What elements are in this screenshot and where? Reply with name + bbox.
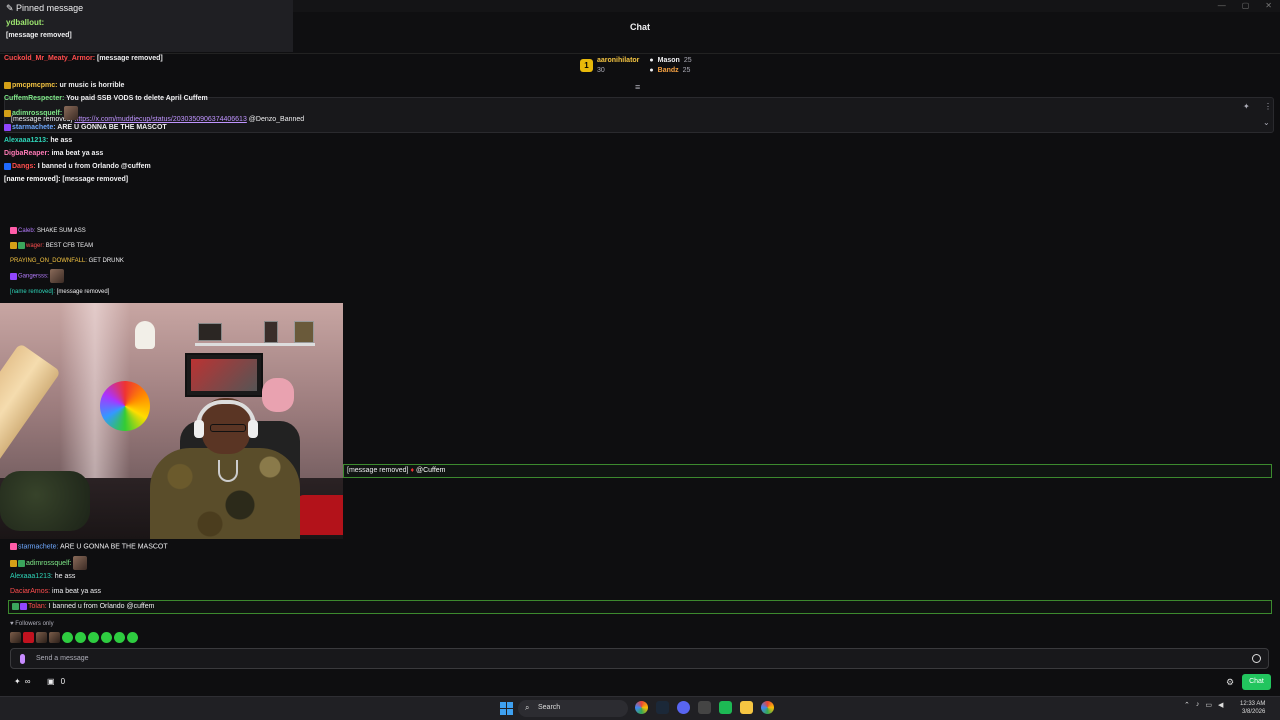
- message-placeholder: Send a message: [36, 655, 89, 662]
- emote-7[interactable]: [88, 632, 99, 643]
- leaderboard-first-count: 30: [597, 67, 605, 74]
- small-chat-line: Caleb: SHAKE SUM ASS: [10, 224, 124, 239]
- overlay-pin-user: ydballout:: [6, 18, 45, 27]
- taskbar-clock[interactable]: 12:33 AM 3/8/2026: [1240, 700, 1265, 716]
- chat-bottom-bar: ✦ ∞ ▣ 0 ⚙ Chat: [0, 674, 1280, 692]
- search-icon: ⌕: [525, 703, 530, 712]
- chat-message[interactable]: starmachete: ARE U GONNA BE THE MASCOT: [10, 543, 168, 550]
- leaderboard-first[interactable]: 1 aaronihilator 30: [580, 57, 639, 74]
- chat-message[interactable]: Alexaaa1213: he ass: [10, 573, 75, 580]
- highlighted-message[interactable]: [message removed] ♦ @Cuffem: [343, 464, 1272, 478]
- highlighted-chat-message[interactable]: Tolan: I banned u from Orlando @cuffem: [8, 600, 1272, 614]
- emote-1[interactable]: [10, 632, 21, 643]
- rank-one-badge: 1: [580, 59, 593, 72]
- emote-6[interactable]: [75, 632, 86, 643]
- small-chat-line: PRAYING_ON_DOWNFALL: GET DRUNK: [10, 258, 124, 264]
- emote-image: [73, 556, 88, 570]
- channel-points[interactable]: ✦ ∞: [14, 677, 30, 686]
- collapse-icon[interactable]: ≡: [635, 82, 640, 92]
- maximize-button[interactable]: ▢: [1242, 1, 1250, 10]
- overlay-pin-text: [message removed]: [6, 32, 72, 39]
- app-icon[interactable]: [698, 701, 711, 714]
- emote-9[interactable]: [114, 632, 125, 643]
- highlighted-text: [message removed]: [347, 467, 409, 474]
- overlay-pinned-message: ✎ Pinned message ydballout: [message rem…: [0, 0, 293, 52]
- window-controls: — ▢ ✕: [1218, 1, 1272, 10]
- overlay-chat-line: Cuckold_Mr_Meaty_Armor: [message removed…: [4, 55, 163, 62]
- followers-only-notice: ♥ Followers only: [10, 621, 54, 627]
- chat-send-button[interactable]: Chat: [1242, 674, 1271, 690]
- app-icon[interactable]: [719, 701, 732, 714]
- message-input[interactable]: Send a message: [10, 648, 1269, 669]
- heart-icon: ♦: [410, 467, 415, 474]
- overlay-pinned-title: ✎ Pinned message: [6, 3, 84, 13]
- overlay-chat: Cuckold_Mr_Meaty_Armor: [message removed…: [0, 52, 293, 186]
- chevron-up-icon[interactable]: ⌃: [1184, 701, 1190, 709]
- network-icon[interactable]: ▭: [1205, 701, 1212, 709]
- emote-10[interactable]: [127, 632, 138, 643]
- discord-icon[interactable]: [677, 701, 690, 714]
- taskbar-search[interactable]: ⌕ Search: [518, 700, 628, 717]
- gift-leaderboard: 1 aaronihilator 30 ● Mason 25 ● Bandz 25: [580, 57, 692, 74]
- small-overlay-chat: Caleb: SHAKE SUM ASS wager: BEST CFB TEA…: [10, 224, 124, 300]
- small-chat-line: Gangersss:: [10, 269, 124, 285]
- gift-icon: ●: [649, 67, 654, 74]
- ticket-count[interactable]: ▣ 0: [47, 677, 65, 686]
- chevron-down-icon[interactable]: ⌄: [1263, 118, 1270, 127]
- emote-8[interactable]: [101, 632, 112, 643]
- overlay-chat-line: DigbaReaper: ima beat ya ass: [4, 150, 104, 157]
- emote-image: [50, 269, 65, 283]
- emoji-icon[interactable]: [1252, 654, 1261, 663]
- highlighted-mention[interactable]: @Cuffem: [416, 467, 446, 474]
- overlay-chat-line: starmachete: ARE U GONNA BE THE MASCOT: [0, 121, 293, 134]
- points-icon: ✦: [14, 677, 21, 686]
- clock-time: 12:33 AM: [1240, 701, 1266, 707]
- windows-start-icon[interactable]: [500, 702, 513, 715]
- overlay-chat-line: Dangs: I banned u from Orlando @cuffem: [0, 160, 293, 173]
- system-tray: ⌃ ♪ ▭ ◀: [1184, 701, 1223, 709]
- chat-message[interactable]: adimrossquelf:: [10, 556, 88, 570]
- clock-date: 3/8/2026: [1242, 709, 1266, 715]
- chrome-icon[interactable]: [635, 701, 648, 714]
- ticket-icon: ▣: [47, 677, 55, 686]
- chrome-icon[interactable]: [761, 701, 774, 714]
- minimize-button[interactable]: —: [1218, 1, 1226, 10]
- emote-2[interactable]: [23, 632, 34, 643]
- leaderboard-second-count: 25: [683, 57, 692, 64]
- pin-icon[interactable]: ✦: [1243, 102, 1250, 111]
- leaderboard-third-name: Bandz: [657, 67, 679, 74]
- microphone-icon[interactable]: ♪: [1196, 701, 1200, 709]
- overlay-chat-line: Alexaaa1213: he ass: [4, 137, 73, 144]
- overlay-chat-line: pmcpmcpmc: ur music is horrible: [0, 79, 293, 92]
- leaderboard-third[interactable]: ● Bandz 25: [649, 67, 691, 74]
- file-explorer-icon[interactable]: [740, 701, 753, 714]
- emote-3[interactable]: [36, 632, 47, 643]
- overlay-chat-line: [name removed]: [message removed]: [4, 176, 129, 183]
- gift-icon: ●: [649, 57, 654, 64]
- volume-icon[interactable]: ◀: [1218, 701, 1223, 709]
- overlay-chat-line: CuffemRespecter: You paid SSB VODS to de…: [4, 95, 208, 102]
- close-button[interactable]: ✕: [1265, 1, 1272, 10]
- microphone-icon[interactable]: [20, 654, 25, 664]
- emote-4[interactable]: [49, 632, 60, 643]
- small-chat-line: wager: BEST CFB TEAM: [10, 239, 124, 254]
- more-options-icon[interactable]: ⋮: [1264, 102, 1272, 111]
- steam-icon[interactable]: [656, 701, 669, 714]
- windows-taskbar: ⌕ Search ⌃ ♪ ▭ ◀ 12:33 AM 3/8/2026: [0, 696, 1280, 720]
- small-chat-line: [name removed]: [message removed]: [10, 288, 110, 295]
- emote-image: [64, 106, 79, 120]
- chat-message[interactable]: DaciarAmos: ima beat ya ass: [10, 588, 101, 595]
- leaderboard-second-name: Mason: [657, 57, 680, 64]
- emote-5[interactable]: [62, 632, 73, 643]
- leaderboard-third-count: 25: [682, 67, 691, 74]
- emote-picker-row: [10, 632, 138, 643]
- overlay-chat-line: adimrossquelf:: [0, 105, 293, 121]
- taskbar-apps: [635, 701, 774, 714]
- leaderboard-second[interactable]: ● Mason 25: [649, 57, 691, 64]
- webcam-feed: [0, 303, 343, 539]
- leaderboard-first-name: aaronihilator: [597, 57, 640, 64]
- settings-gear-icon[interactable]: ⚙: [1226, 677, 1234, 688]
